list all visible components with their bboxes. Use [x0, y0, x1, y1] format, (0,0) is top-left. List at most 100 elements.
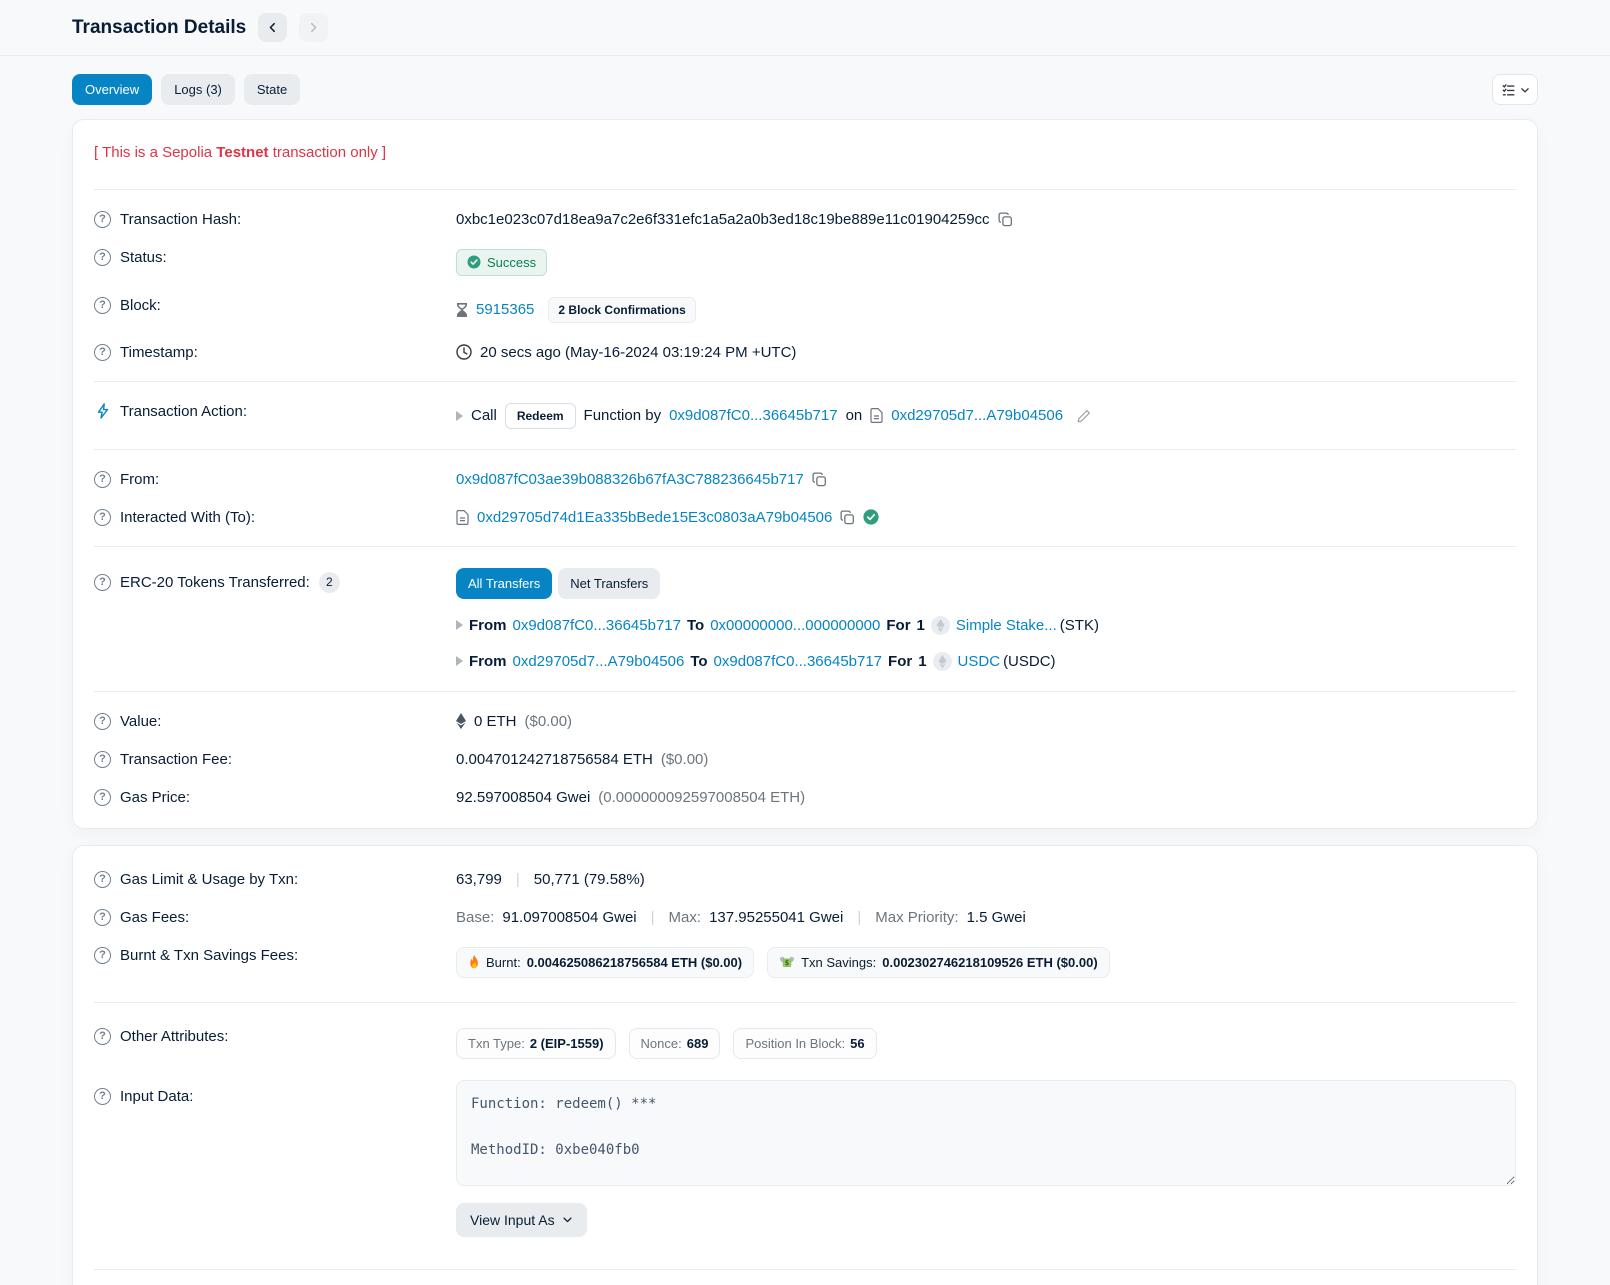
transfer-from-link[interactable]: 0xd29705d7...A79b04506 — [513, 653, 685, 670]
chevron-down-icon — [1520, 85, 1530, 95]
chevron-right-icon — [308, 22, 319, 33]
action-contract-link[interactable]: 0xd29705d7...A79b04506 — [891, 407, 1063, 424]
checklist-icon — [1501, 83, 1516, 97]
file-icon — [870, 408, 883, 423]
edit-action-button[interactable] — [1077, 409, 1091, 423]
txn-type-badge: Txn Type: 2 (EIP-1559) — [456, 1028, 616, 1059]
action-function-by: Function by — [584, 407, 662, 424]
timestamp-label: Timestamp: — [120, 344, 198, 361]
timestamp-value: 20 secs ago (May-16-2024 03:19:24 PM +UT… — [480, 344, 796, 361]
gas-price-row: ? Gas Price: 92.597008504 Gwei (0.000000… — [94, 778, 1516, 816]
transfer-to-link[interactable]: 0x00000000...000000000 — [710, 617, 880, 634]
token-icon — [931, 616, 950, 635]
status-badge: Success — [456, 249, 547, 276]
divider — [94, 189, 1516, 190]
value-usd: ($0.00) — [525, 713, 573, 730]
help-icon[interactable]: ? — [94, 1028, 111, 1045]
input-data-label: Input Data: — [120, 1088, 193, 1105]
block-row: ? Block: 5915365 2 Block Confirmations — [94, 286, 1516, 333]
status-value: Success — [487, 255, 536, 270]
transfer-token-link[interactable]: USDC — [958, 653, 1001, 670]
value-label: Value: — [120, 713, 161, 730]
copy-from-button[interactable] — [812, 472, 827, 487]
caret-right-icon — [456, 656, 463, 666]
svg-text:$: $ — [785, 958, 790, 966]
max-priority-value: 1.5 Gwei — [967, 909, 1026, 926]
nonce-value: 689 — [687, 1036, 709, 1051]
tab-overview[interactable]: Overview — [72, 74, 152, 105]
clock-icon — [456, 344, 472, 360]
help-icon[interactable]: ? — [94, 909, 111, 926]
transfer-item: From 0x9d087fC0...36645b717 To 0x0000000… — [456, 616, 1516, 635]
position-label: Position In Block: — [745, 1036, 845, 1051]
position-value: 56 — [850, 1036, 864, 1051]
transaction-fee-usd: ($0.00) — [661, 751, 709, 768]
txn-type-value: 2 (EIP-1559) — [530, 1036, 604, 1051]
help-icon[interactable]: ? — [94, 789, 111, 806]
help-icon[interactable]: ? — [94, 947, 111, 964]
view-input-as-button[interactable]: View Input As — [456, 1203, 587, 1237]
separator: | — [510, 871, 526, 888]
chevron-down-icon — [562, 1214, 573, 1225]
divider — [94, 381, 1516, 382]
interacted-with-row: ? Interacted With (To): 0xd29705d74d1Ea3… — [94, 498, 1516, 536]
base-fee-label: Base: — [456, 909, 494, 926]
separator: | — [851, 909, 867, 926]
input-data-textarea[interactable]: Function: redeem() *** MethodID: 0xbe040… — [456, 1080, 1516, 1186]
divider — [94, 449, 1516, 450]
transfer-item: From 0xd29705d7...A79b04506 To 0x9d087fC… — [456, 652, 1516, 671]
help-icon[interactable]: ? — [94, 1088, 111, 1105]
copy-to-button[interactable] — [840, 510, 855, 525]
help-icon[interactable]: ? — [94, 509, 111, 526]
transfer-to-link[interactable]: 0x9d087fC0...36645b717 — [714, 653, 882, 670]
to-address-link[interactable]: 0xd29705d74d1Ea335bBede15E3c0803aA79b045… — [477, 509, 832, 526]
txn-savings-badge: $ Txn Savings: 0.002302746218109526 ETH … — [767, 947, 1110, 978]
help-icon[interactable]: ? — [94, 344, 111, 361]
timestamp-row: ? Timestamp: 20 secs ago (May-16-2024 03… — [94, 333, 1516, 371]
separator: | — [645, 909, 661, 926]
action-call-word: Call — [471, 407, 497, 424]
help-icon[interactable]: ? — [94, 574, 111, 591]
copy-icon — [998, 212, 1013, 227]
net-transfers-button[interactable]: Net Transfers — [558, 568, 660, 599]
help-icon[interactable]: ? — [94, 471, 111, 488]
block-number-link[interactable]: 5915365 — [476, 301, 534, 318]
help-icon[interactable]: ? — [94, 249, 111, 266]
burnt-fee-badge: Burnt: 0.004625086218756584 ETH ($0.00) — [456, 947, 754, 978]
next-transaction-button[interactable] — [299, 13, 328, 42]
help-icon[interactable]: ? — [94, 751, 111, 768]
copy-hash-button[interactable] — [998, 212, 1013, 227]
action-method-badge[interactable]: Redeem — [505, 403, 576, 429]
prev-transaction-button[interactable] — [258, 13, 287, 42]
caret-right-icon — [456, 411, 463, 421]
help-icon[interactable]: ? — [94, 297, 111, 314]
transfer-token-link[interactable]: Simple Stake... — [956, 617, 1057, 634]
display-options-button[interactable] — [1492, 74, 1538, 105]
burnt-savings-row: ? Burnt & Txn Savings Fees: Burnt: 0.004… — [94, 936, 1516, 988]
transfer-from-link[interactable]: 0x9d087fC0...36645b717 — [513, 617, 681, 634]
details-card: ? Gas Limit & Usage by Txn: 63,799 | 50,… — [72, 845, 1538, 1285]
tab-state[interactable]: State — [244, 74, 300, 105]
from-label: From: — [120, 471, 159, 488]
transfer-amount: 1 — [917, 617, 925, 634]
burnt-value: 0.004625086218756584 ETH ($0.00) — [527, 955, 742, 970]
transaction-hash-value: 0xbc1e023c07d18ea9a7c2e6f331efc1a5a2a0b3… — [456, 211, 990, 228]
help-icon[interactable]: ? — [94, 871, 111, 888]
gas-price-eth: (0.000000092597008504 ETH) — [598, 789, 805, 806]
action-sender-link[interactable]: 0x9d087fC0...36645b717 — [669, 407, 837, 424]
tab-logs[interactable]: Logs (3) — [161, 74, 235, 105]
from-address-link[interactable]: 0x9d087fC03ae39b088326b67fA3C788236645b7… — [456, 471, 804, 488]
help-icon[interactable]: ? — [94, 211, 111, 228]
tabs-row: Overview Logs (3) State — [0, 56, 1610, 117]
all-transfers-button[interactable]: All Transfers — [456, 568, 552, 599]
position-in-block-badge: Position In Block: 56 — [733, 1028, 876, 1059]
burnt-label: Burnt: — [486, 955, 521, 970]
ethereum-icon — [456, 713, 466, 729]
help-icon[interactable]: ? — [94, 713, 111, 730]
action-on-word: on — [846, 407, 863, 424]
testnet-warning: [ This is a Sepolia Testnet transaction … — [94, 128, 1516, 179]
erc20-transfers-row: ? ERC-20 Tokens Transferred: 2 All Trans… — [94, 557, 1516, 681]
transfer-amount: 1 — [918, 653, 926, 670]
input-data-row: ? Input Data: Function: redeem() *** Met… — [94, 1069, 1516, 1247]
transaction-fee-eth: 0.004701242718756584 ETH — [456, 751, 653, 768]
